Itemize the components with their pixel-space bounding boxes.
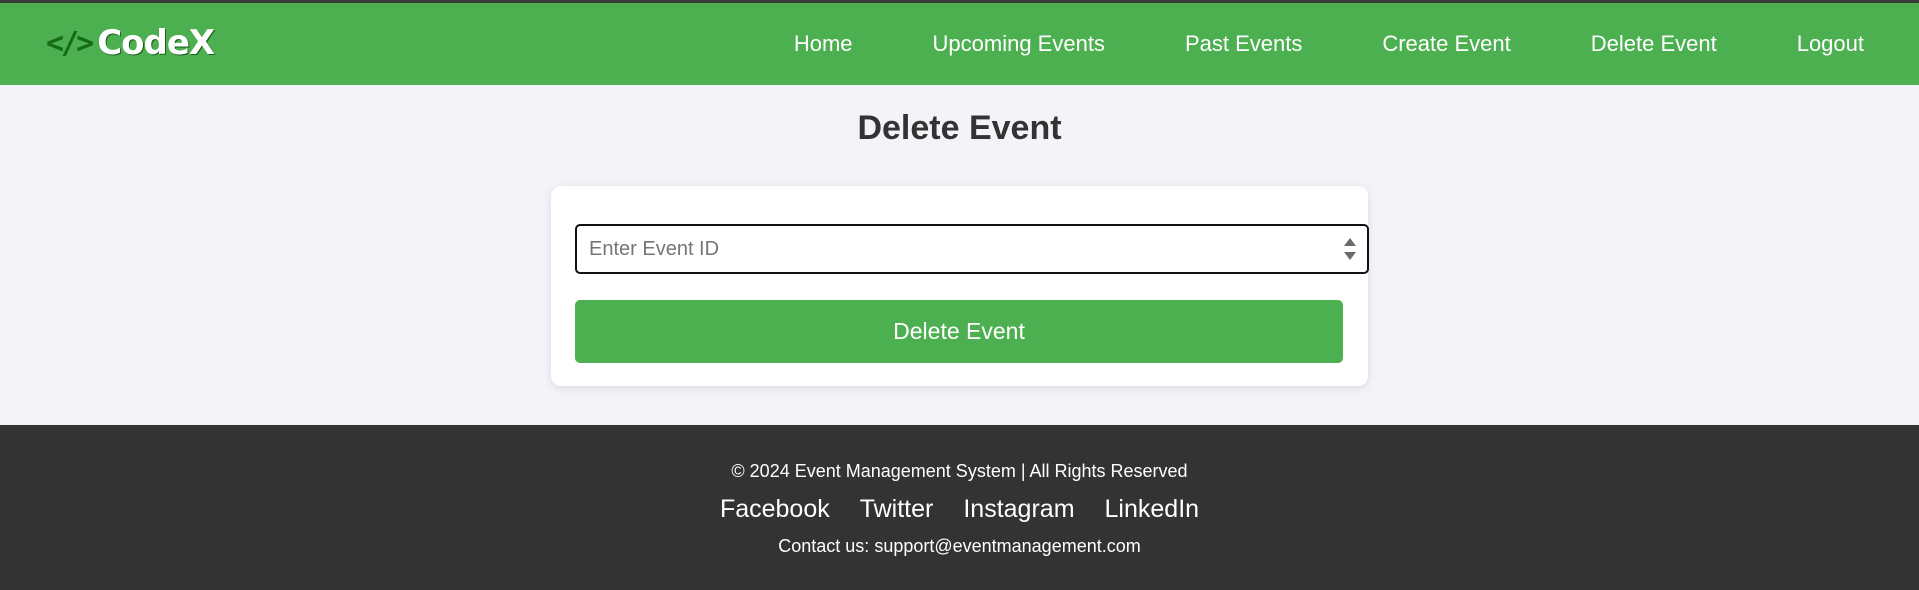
social-links: Facebook Twitter Instagram LinkedIn bbox=[0, 495, 1919, 524]
event-id-input[interactable] bbox=[577, 226, 1329, 272]
brand-name: CodeX bbox=[97, 23, 215, 63]
delete-event-form: Delete Event bbox=[551, 186, 1369, 386]
instagram-link[interactable]: Instagram bbox=[963, 495, 1074, 524]
twitter-link[interactable]: Twitter bbox=[860, 495, 934, 524]
logo[interactable]: </> CodeX bbox=[46, 23, 215, 63]
contact-text: Contact us: support@eventmanagement.com bbox=[778, 536, 1141, 556]
event-id-field[interactable] bbox=[575, 224, 1369, 274]
footer: © 2024 Event Management System | All Rig… bbox=[0, 425, 1919, 590]
nav-upcoming-events[interactable]: Upcoming Events bbox=[933, 31, 1105, 57]
nav-delete-event[interactable]: Delete Event bbox=[1591, 31, 1717, 57]
nav-logout[interactable]: Logout bbox=[1797, 31, 1864, 57]
nav-home[interactable]: Home bbox=[794, 31, 853, 57]
facebook-link[interactable]: Facebook bbox=[720, 495, 830, 524]
main-nav: Home Upcoming Events Past Events Create … bbox=[794, 3, 1864, 85]
nav-past-events[interactable]: Past Events bbox=[1185, 31, 1302, 57]
main-content: Delete Event Delete Event bbox=[0, 85, 1919, 425]
page-title: Delete Event bbox=[857, 109, 1062, 147]
code-brackets-icon: </> bbox=[46, 25, 94, 61]
delete-event-button[interactable]: Delete Event bbox=[575, 300, 1343, 363]
navbar: </> CodeX Home Upcoming Events Past Even… bbox=[0, 3, 1919, 85]
copyright-text: © 2024 Event Management System | All Rig… bbox=[731, 461, 1188, 481]
nav-create-event[interactable]: Create Event bbox=[1382, 31, 1510, 57]
linkedin-link[interactable]: LinkedIn bbox=[1105, 495, 1200, 524]
number-spinner-icon[interactable] bbox=[1343, 236, 1357, 262]
